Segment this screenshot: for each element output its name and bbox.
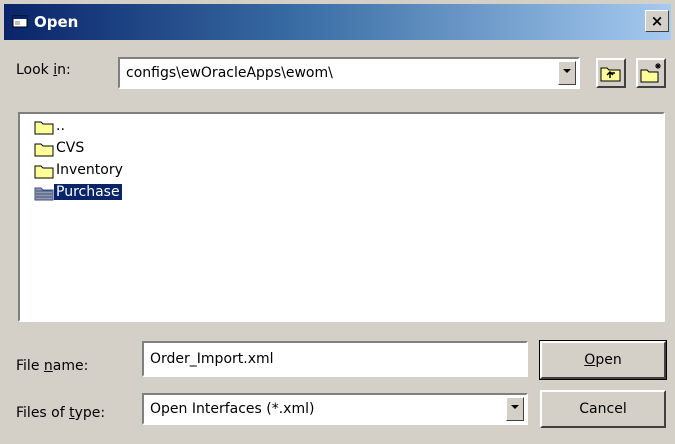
window-icon <box>12 15 28 28</box>
file-type-combobox[interactable]: Open Interfaces (*.xml) <box>142 393 528 425</box>
chevron-down-icon[interactable] <box>506 397 524 421</box>
folder-icon <box>34 143 54 157</box>
file-type-label: Files of type: <box>16 405 106 421</box>
close-icon: × <box>650 12 664 30</box>
list-item-label: Inventory <box>56 162 123 178</box>
cancel-button[interactable]: Cancel <box>540 390 666 428</box>
folder-icon <box>34 165 54 179</box>
file-name-input[interactable]: Order_Import.xml <box>142 341 528 377</box>
look-in-label: Look in: <box>16 62 71 78</box>
up-one-level-icon <box>600 67 621 82</box>
file-name-label: File name: <box>16 358 89 374</box>
folder-icon <box>34 121 54 135</box>
file-list[interactable]: .. CVS Inventory Purchase <box>18 112 665 322</box>
look-in-combobox[interactable]: configs\ewOracleApps\ewom\ <box>118 57 580 89</box>
look-in-value: configs\ewOracleApps\ewom\ <box>126 65 333 81</box>
close-button[interactable]: × <box>645 10 669 32</box>
window-title: Open <box>34 13 79 31</box>
up-one-level-button[interactable] <box>596 58 626 88</box>
list-item-label: CVS <box>56 140 85 156</box>
list-item-label: .. <box>56 118 65 134</box>
list-item-label: Purchase <box>54 184 122 200</box>
chevron-down-icon[interactable] <box>558 61 576 85</box>
title-bar[interactable]: Open × <box>4 4 671 40</box>
new-folder-button[interactable] <box>636 58 666 88</box>
file-name-value: Order_Import.xml <box>150 351 274 367</box>
open-button[interactable]: Open <box>539 340 667 380</box>
new-folder-icon <box>640 63 661 83</box>
folder-icon <box>34 187 54 201</box>
open-dialog: Open × Look in: configs\ewOracleApps\ewo… <box>0 0 675 444</box>
file-type-value: Open Interfaces (*.xml) <box>150 401 315 417</box>
